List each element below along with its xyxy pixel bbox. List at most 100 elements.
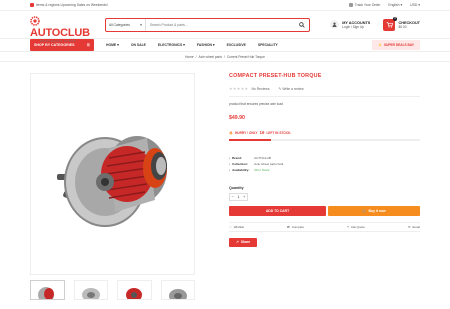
thumbnail-1[interactable]: [30, 280, 65, 300]
nav-item-home[interactable]: HOME ▾: [106, 43, 119, 47]
ask-quote-button[interactable]: ? Ask Quote: [347, 225, 365, 229]
breadcrumb-current: Current Preset Hub Torque: [226, 54, 265, 59]
nav-item-fashion[interactable]: FASHION ▾: [197, 43, 215, 47]
stock-progress-fill: [229, 139, 272, 141]
thumbnail-image: [168, 289, 187, 299]
bullet-icon: •: [229, 161, 231, 166]
quantity-label: Quantity: [229, 185, 244, 190]
cart-icon: 🛒: [362, 208, 367, 213]
cart-link[interactable]: 0 CHECKOUT $0.00: [383, 16, 420, 31]
info-icon: [30, 3, 34, 8]
decrement-button[interactable]: −: [232, 195, 234, 199]
increment-button[interactable]: +: [243, 195, 245, 199]
bullet-icon: •: [229, 155, 231, 160]
currency-label: USD: [410, 2, 418, 7]
logo-text: AUTOCLUB: [30, 16, 98, 39]
nav-menu: HOME ▾ ON SALE ELECTRONICS ▾ FASHION ▾ E…: [106, 43, 278, 47]
search-bar: All Categories ▾: [104, 17, 311, 32]
top-bar-left: Items & regions Upcoming Sales on Weeken…: [30, 2, 108, 8]
cart-total: $0.00: [398, 24, 407, 29]
wishlist-button[interactable]: ♡ Wishlist: [229, 225, 244, 229]
language-label: English: [388, 2, 400, 7]
purchase-buttons: ADD TO CART 🛒 Buy it now: [229, 205, 420, 216]
cart-count-badge: 0: [392, 16, 398, 21]
thumbnail-strip: [30, 280, 195, 300]
product-meta: • Brand: AUTOCLUB • Collection: Axle wheel p…: [229, 155, 420, 173]
quantity-value[interactable]: 1: [238, 195, 240, 199]
search-category-select[interactable]: All Categories ▾: [106, 18, 146, 31]
quantity-stepper: − 1 +: [229, 192, 248, 201]
breadcrumb-category[interactable]: Axle wheel parts: [199, 55, 222, 59]
account-link[interactable]: MY ACCOUNTS Login / Sign Up: [330, 20, 375, 29]
track-order-link[interactable]: Track Your Order: [348, 3, 380, 8]
logo[interactable]: AUTOCLUB WHOLESALE PARTS: [30, 16, 98, 43]
notice-text: Items & regions Upcoming Sales on Weeken…: [30, 2, 108, 8]
shop-by-categories-label: SHOP BY CATEGORIES: [34, 43, 75, 47]
meta-key: Collection:: [232, 161, 249, 166]
search-button[interactable]: [295, 19, 309, 31]
thumbnail-3[interactable]: [117, 280, 152, 300]
nav-item-exclusive[interactable]: EXCLUSIVE: [227, 43, 246, 47]
language-select[interactable]: English ▾: [388, 3, 402, 7]
thumbnail-image: [38, 287, 55, 299]
product-main-image[interactable]: [30, 73, 195, 275]
super-deals-button[interactable]: ⚡ SUPER DEALS BAY: [372, 40, 420, 50]
site-header: AUTOCLUB WHOLESALE PARTS All Categories ▾…: [0, 11, 450, 43]
nav-item-label: EXCLUSIVE: [226, 43, 246, 47]
meta-value: 30 In Stock: [254, 167, 270, 172]
wheel-hub-image: [56, 136, 167, 227]
thumbnail-image: [126, 288, 143, 299]
notice-label: Items & regions Upcoming Sales on Weeken…: [36, 2, 108, 7]
top-bar-right: Track Your Order English ▾ USD ▾: [348, 3, 420, 8]
stock-progress-bar: [229, 139, 420, 141]
currency-select[interactable]: USD ▾: [410, 3, 420, 7]
meta-key: Availability:: [232, 167, 250, 172]
bullet-icon: •: [229, 167, 231, 172]
breadcrumb-home[interactable]: Home: [185, 55, 194, 59]
logo-subtext: WHOLESALE PARTS: [40, 39, 77, 43]
meta-availability: • Availability: 30 In Stock: [229, 167, 420, 173]
product-price: $49.90: [229, 115, 245, 121]
thumbnail-2[interactable]: [73, 280, 108, 300]
account-links: Login / Sign Up: [342, 24, 365, 29]
write-review-label: Write a review: [282, 86, 304, 91]
nav-item-on-sale[interactable]: ON SALE: [131, 43, 146, 47]
share-button[interactable]: ↗ Share: [229, 237, 257, 247]
compare-button[interactable]: ⇄ Compare: [287, 225, 304, 229]
product-actions: ♡ Wishlist ⇄ Compare ? Ask Quote ✉ Email: [229, 221, 420, 232]
email-label: Email: [412, 224, 420, 229]
super-deals-label: SUPER DEALS BAY: [383, 43, 414, 47]
product-description: product that ensures precise axle load: [229, 102, 283, 106]
wishlist-label: Wishlist: [233, 224, 245, 229]
thumbnail-4[interactable]: [160, 280, 195, 300]
reviews-count: No Reviews: [251, 86, 270, 91]
ask-quote-label: Ask Quote: [350, 224, 365, 229]
buy-now-button[interactable]: 🛒 Buy it now: [328, 205, 420, 216]
top-bar: Items & regions Upcoming Sales on Weeken…: [0, 0, 450, 11]
nav-item-label: HOME: [106, 43, 117, 47]
mail-icon: ✉: [407, 224, 411, 229]
breadcrumb: Home / Axle wheel parts / Current Preset…: [0, 52, 450, 62]
search-input[interactable]: [145, 18, 296, 31]
product-gallery: [30, 73, 195, 300]
heart-icon: ♡: [229, 224, 232, 229]
account-title: MY ACCOUNTS: [342, 20, 371, 25]
share-label: Share: [240, 240, 251, 245]
breadcrumb-separator: /: [223, 54, 225, 59]
nav-item-label: ELECTRONICS: [157, 43, 183, 47]
product-info: COMPACT PRESET-HUB TORQUE ★★★★★ No Revie…: [229, 73, 420, 300]
hurry-prefix: HURRY ! ONLY: [234, 130, 258, 135]
hurry-count: 16: [259, 130, 265, 135]
divider: [229, 96, 420, 97]
meta-value[interactable]: Axle wheel parts bulk: [254, 162, 283, 166]
search-category-label: All Categories: [108, 22, 130, 27]
write-review-link[interactable]: ✎ Write a review: [279, 87, 304, 91]
meta-value[interactable]: AUTOCLUB: [254, 156, 271, 160]
add-to-cart-button[interactable]: ADD TO CART: [229, 205, 326, 216]
nav-item-speciality[interactable]: SPECIALITY: [258, 43, 278, 47]
nav-item-electronics[interactable]: ELECTRONICS ▾: [158, 43, 185, 47]
stock-urgency: 🔥 HURRY ! ONLY 16 LEFT IN STOCK.: [229, 130, 420, 135]
email-button[interactable]: ✉ Email: [408, 225, 420, 229]
product-section: COMPACT PRESET-HUB TORQUE ★★★★★ No Revie…: [0, 73, 450, 300]
logo-gear-icon: [30, 16, 40, 26]
